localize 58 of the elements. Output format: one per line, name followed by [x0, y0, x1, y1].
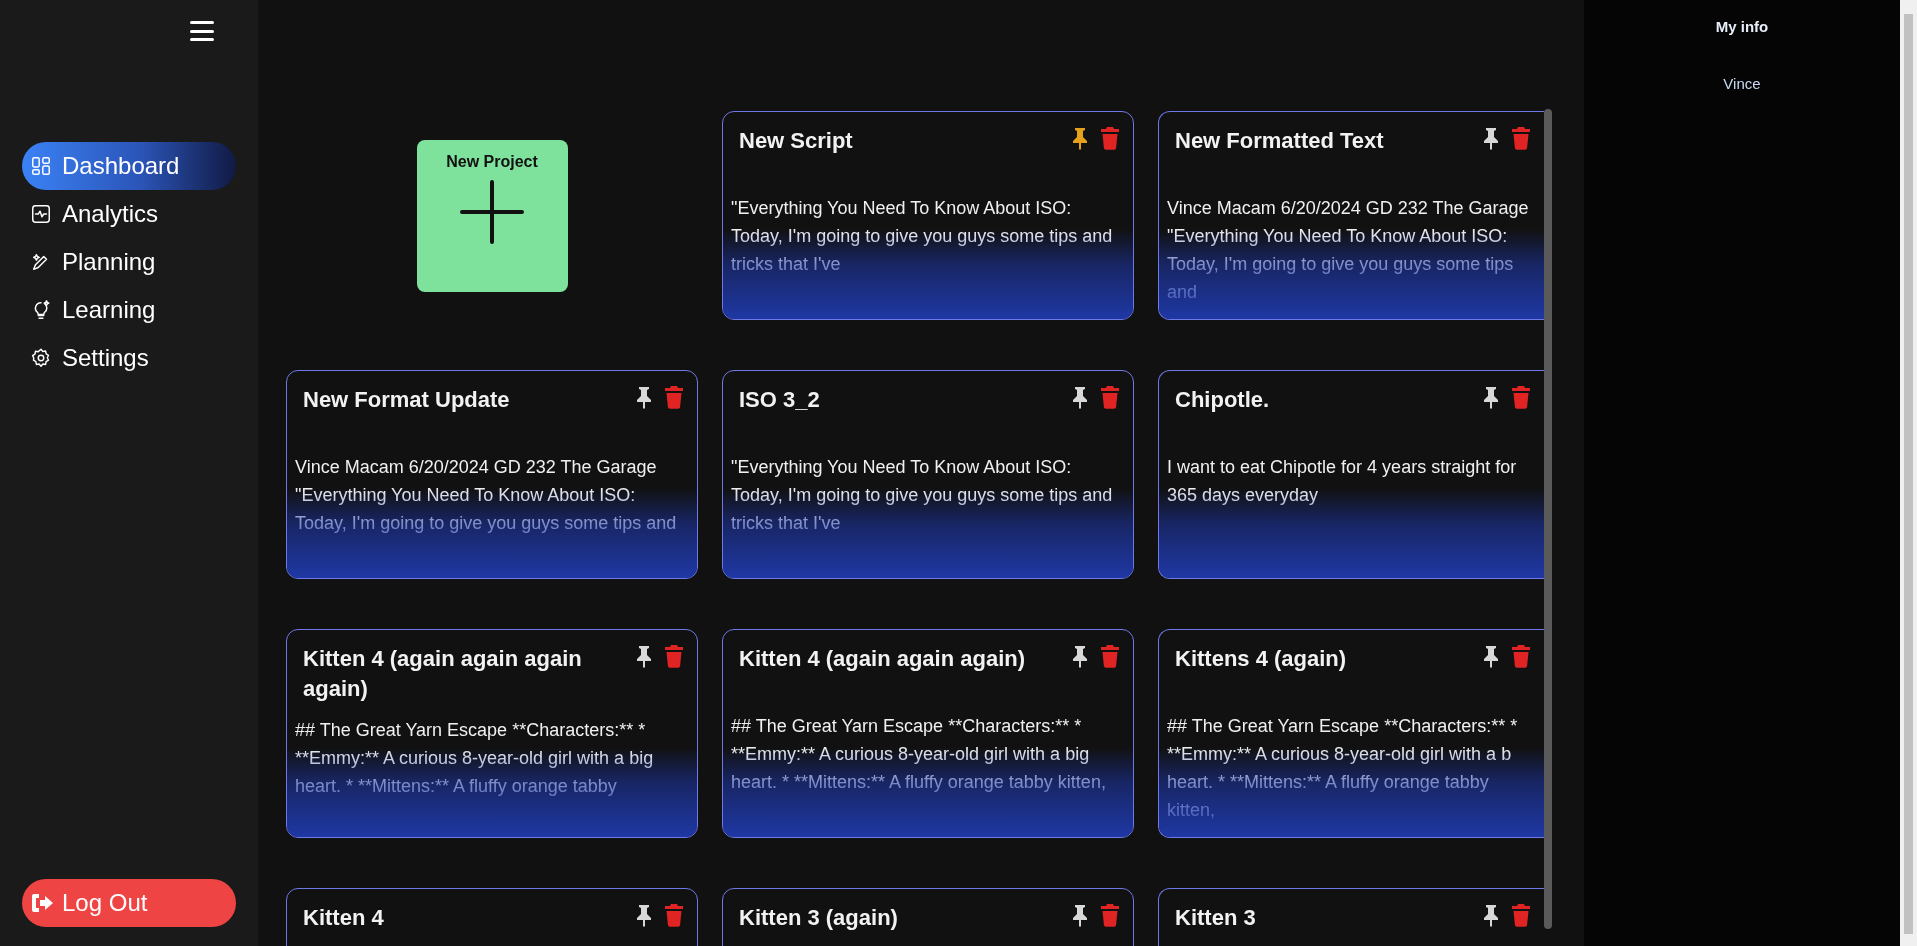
- nav-item[interactable]: Settings: [22, 334, 236, 382]
- card-preview-text: I want to eat Chipotle for 4 years straight for 365 days everyday: [1166, 456, 1518, 507]
- project-card[interactable]: Kitten 4 (again again again) ## The Great Yarn Escape **Characters:** * **Emmy:** A curious 8-year-old girl with a big heart. * **Mittens:** A fluffy orange tabby kitten,: [722, 629, 1134, 838]
- project-card[interactable]: Kitten 4 (again again again again) ## The Great Yarn Escape **Characters:** * **Emmy:** A curious 8-year-old girl with a big heart. * **Mittens:** A fluffy orange tabby: [286, 629, 698, 838]
- project-card[interactable]: Chipotle. I want to eat Chipotle for 4 years straight for 365 days everyday: [1158, 370, 1544, 579]
- panel-title: My info: [1715, 17, 1769, 37]
- user-name: Vince: [1723, 73, 1761, 94]
- card-title: New Format Update: [303, 386, 511, 414]
- project-card[interactable]: Kitten 3 (again): [722, 888, 1134, 946]
- card-title: Kitten 4 (again again again again): [303, 645, 583, 703]
- project-card[interactable]: Kitten 4: [286, 888, 698, 946]
- card-preview-text: ## The Great Yarn Escape **Characters:** * **Emmy:** A curious 8-year-old girl with a b heart. * **Mittens:** A fluffy orange tabby kitten,: [1166, 715, 1519, 822]
- project-card[interactable]: New Formatted Text Vince Macam 6/20/2024 GD 232 The Garage "Everything You Need To Know About ISO: Today, I'm going to give you guys some tips and: [1158, 111, 1544, 320]
- card-title: New Script: [739, 127, 854, 155]
- trash-icon[interactable]: [1099, 126, 1121, 150]
- scrollbar-thumb[interactable]: [1544, 109, 1552, 929]
- card-preview-text: Vince Macam 6/20/2024 GD 232 The Garage "Everything You Need To Know About ISO: Today, I'm going to give you guys some tips and: [294, 456, 678, 535]
- project-card[interactable]: Kitten 3: [1158, 888, 1544, 946]
- project-card[interactable]: New Format Update Vince Macam 6/20/2024 GD 232 The Garage "Everything You Need To Know About ISO: Today, I'm going to give you guys some tips and: [286, 370, 698, 579]
- card-title: Kitten 4: [303, 904, 385, 932]
- trash-icon[interactable]: [1510, 903, 1532, 927]
- card-preview-text: ## The Great Yarn Escape **Characters:** * **Emmy:** A curious 8-year-old girl with a big heart. * **Mittens:** A fluffy orange tabby: [294, 719, 655, 798]
- logout-button[interactable]: Log Out: [22, 879, 236, 927]
- project-card[interactable]: ISO 3_2 "Everything You Need To Know About ISO: Today, I'm going to give you guys some tips and tricks that I've: [722, 370, 1134, 579]
- trash-icon[interactable]: [1099, 644, 1121, 668]
- card-title: ISO 3_2: [739, 386, 821, 414]
- logout-icon: [30, 892, 54, 914]
- card-preview-text: Vince Macam 6/20/2024 GD 232 The Garage "Everything You Need To Know About ISO: Today, I'm going to give you guys some tips and: [1166, 197, 1530, 304]
- nav-item[interactable]: Planning: [22, 238, 236, 286]
- settings-icon: [30, 347, 52, 369]
- menu-icon[interactable]: [190, 18, 214, 44]
- trash-icon[interactable]: [1510, 126, 1532, 150]
- trash-icon[interactable]: [663, 644, 685, 668]
- card-title: Chipotle.: [1175, 386, 1271, 414]
- card-preview-text: "Everything You Need To Know About ISO: Today, I'm going to give you guys some tips and tricks that I've: [730, 456, 1114, 535]
- project-card[interactable]: New Script "Everything You Need To Know About ISO: Today, I'm going to give you guys some tips and tricks that I've: [722, 111, 1134, 320]
- card-title: Kitten 3 (again): [739, 904, 899, 932]
- card-title: Kitten 3: [1175, 904, 1257, 932]
- card-title: New Formatted Text: [1175, 127, 1385, 155]
- nav-item[interactable]: Analytics: [22, 190, 236, 238]
- trash-icon[interactable]: [663, 385, 685, 409]
- dashboard-icon: [30, 155, 52, 177]
- new-project-button[interactable]: New Project: [416, 139, 568, 292]
- scrollbar-thumb[interactable]: [1904, 14, 1913, 934]
- card-title: Kitten 4 (again again again): [739, 645, 1027, 673]
- trash-icon[interactable]: [1099, 385, 1121, 409]
- trash-icon[interactable]: [663, 903, 685, 927]
- pulse-chart-icon: [30, 203, 52, 225]
- plus-icon: [458, 177, 526, 246]
- card-title: Kittens 4 (again): [1175, 645, 1348, 673]
- project-card[interactable]: Kittens 4 (again) ## The Great Yarn Escape **Characters:** * **Emmy:** A curious 8-year-old girl with a b heart. * **Mittens:** A fluffy orange tabby kitten,: [1158, 629, 1544, 838]
- trash-icon[interactable]: [1510, 385, 1532, 409]
- nav-item[interactable]: Learning: [22, 286, 236, 334]
- card-preview-text: "Everything You Need To Know About ISO: Today, I'm going to give you guys some tips and tricks that I've: [730, 197, 1114, 276]
- trash-icon[interactable]: [1099, 903, 1121, 927]
- card-preview-text: ## The Great Yarn Escape **Characters:** * **Emmy:** A curious 8-year-old girl with a big heart. * **Mittens:** A fluffy orange tabby kitten,: [730, 715, 1107, 794]
- nav-item[interactable]: Dashboard: [22, 142, 236, 190]
- trash-icon[interactable]: [1510, 644, 1532, 668]
